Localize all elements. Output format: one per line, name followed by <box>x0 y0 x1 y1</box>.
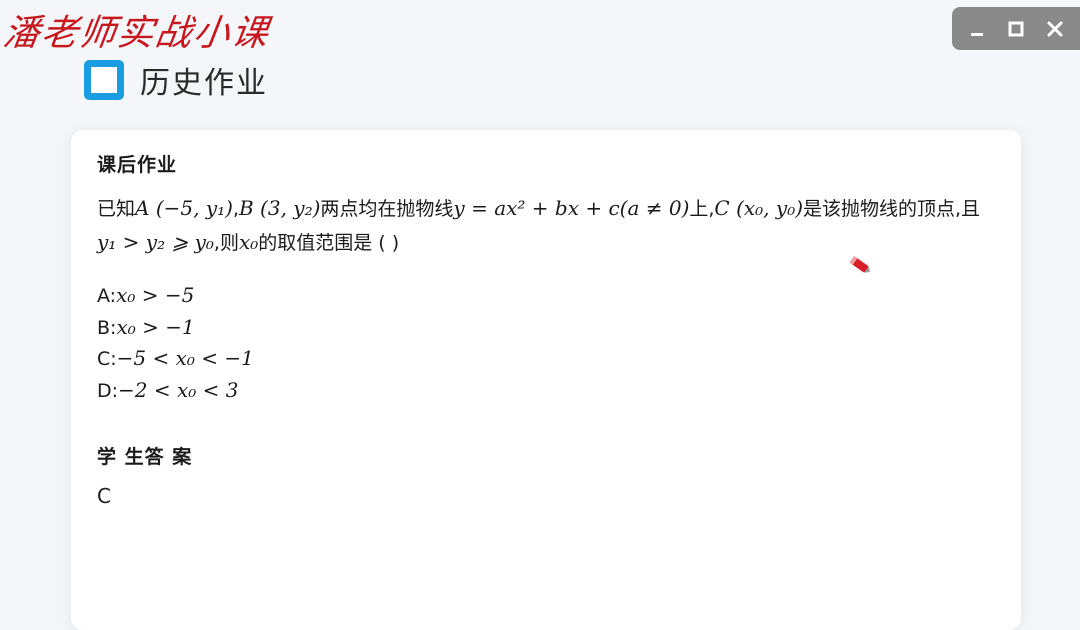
question-text-segment: 是该抛物线的顶点,且 <box>803 198 981 220</box>
question-text-segment: 上, <box>689 198 715 220</box>
option-d: D:−2 < x₀ < 3 <box>97 375 254 407</box>
option-expression: −2 < x₀ < 3 <box>118 377 239 402</box>
close-icon <box>1047 21 1063 36</box>
square-outline-icon <box>84 60 124 100</box>
option-b: B:x₀ > −1 <box>97 312 254 344</box>
window-controls <box>952 7 1080 50</box>
question-text-segment: ,则 <box>213 232 239 254</box>
option-expression: −5 < x₀ < −1 <box>116 346 254 370</box>
option-label: A: <box>97 285 117 307</box>
minimize-button[interactable] <box>964 16 990 42</box>
minimize-icon <box>971 32 984 36</box>
student-answer-title: 学 生答 案 <box>97 446 193 468</box>
option-c: C:−5 < x₀ < −1 <box>97 343 254 375</box>
point-b-expression: B (3, y₂) <box>238 196 321 220</box>
page-header: 历史作业 <box>84 58 268 102</box>
maximize-button[interactable] <box>1003 16 1029 42</box>
vertex-expression: C (x₀, y₀) <box>714 196 804 220</box>
question-text-segment: 的取值范围是 ( ) <box>258 232 400 254</box>
page-title: 历史作业 <box>140 66 268 101</box>
close-button[interactable] <box>1042 16 1068 42</box>
homework-section-title: 课后作业 <box>97 154 178 176</box>
question-text: 已知A (−5, y₁),B (3, y₂)两点均在抛物线y = ax² + b… <box>97 192 997 260</box>
option-label: B: <box>97 316 117 339</box>
student-answer-value: C <box>97 484 111 508</box>
option-label: D: <box>97 379 119 402</box>
answer-options: A:x₀ > −5 B:x₀ > −1 C:−5 < x₀ < −1 D:−2 … <box>97 280 254 406</box>
pen-cursor-icon <box>849 255 870 273</box>
point-a-expression: A (−5, y₁) <box>135 196 233 220</box>
inequality-expression: y₁ > y₂ ⩾ y₀ <box>97 230 214 254</box>
question-text-segment: 两点均在抛物线 <box>320 198 454 220</box>
option-label: C: <box>97 348 117 370</box>
homework-card: 课后作业 已知A (−5, y₁),B (3, y₂)两点均在抛物线y = ax… <box>71 130 1021 630</box>
x0-expression: x₀ <box>238 230 259 254</box>
watermark-logo: 潘老师实战小课 <box>0 13 273 54</box>
question-text-segment: 已知 <box>97 198 136 220</box>
option-expression: x₀ > −5 <box>116 283 195 307</box>
option-expression: x₀ > −1 <box>116 314 195 339</box>
maximize-icon <box>1008 21 1024 36</box>
option-a: A:x₀ > −5 <box>97 280 254 312</box>
parabola-expression: y = ax² + bx + c(a ≠ 0) <box>453 196 690 220</box>
